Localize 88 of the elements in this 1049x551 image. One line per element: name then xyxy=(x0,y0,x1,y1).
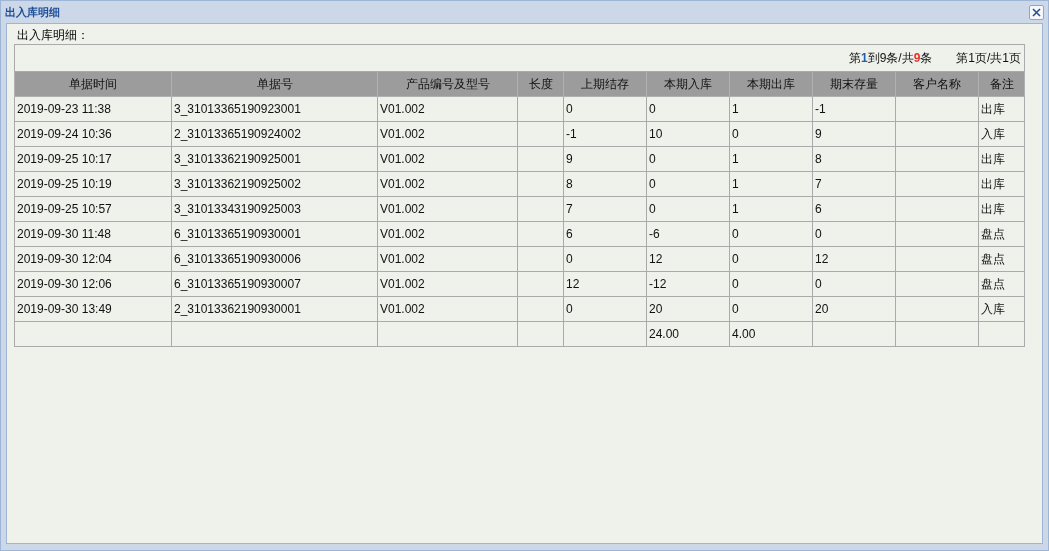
table-cell: -6 xyxy=(646,221,730,247)
total-cell: 4.00 xyxy=(729,321,813,347)
table-cell: 盘点 xyxy=(978,221,1025,247)
table-cell: 2_31013362190930001 xyxy=(171,296,378,322)
column-header: 本期出库 xyxy=(729,71,813,97)
table-cell: 出库 xyxy=(978,96,1025,122)
table-cell: 盘点 xyxy=(978,271,1025,297)
table-cell: 1 xyxy=(729,196,813,222)
window-title: 出入库明细 xyxy=(5,4,60,20)
table-cell: 1 xyxy=(729,146,813,172)
table-cell: -1 xyxy=(563,121,647,147)
table-cell: V01.002 xyxy=(377,96,518,122)
column-header: 本期入库 xyxy=(646,71,730,97)
table-cell: 10 xyxy=(646,121,730,147)
column-header: 上期结存 xyxy=(563,71,647,97)
column-header: 单据号 xyxy=(171,71,378,97)
table-cell: 盘点 xyxy=(978,246,1025,272)
table-cell: 0 xyxy=(646,171,730,197)
table-cell: V01.002 xyxy=(377,246,518,272)
table-cell: 0 xyxy=(729,121,813,147)
table-cell: V01.002 xyxy=(377,221,518,247)
table-cell: 2019-09-30 11:48 xyxy=(14,221,172,247)
table-cell: 0 xyxy=(812,271,896,297)
table-cell: 2019-09-30 12:04 xyxy=(14,246,172,272)
column-header: 期末存量 xyxy=(812,71,896,97)
table-cell: 2019-09-30 12:06 xyxy=(14,271,172,297)
table-cell: 2019-09-25 10:17 xyxy=(14,146,172,172)
column-header: 单据时间 xyxy=(14,71,172,97)
table-cell: 2019-09-24 10:36 xyxy=(14,121,172,147)
table-cell: 1 xyxy=(729,96,813,122)
close-button[interactable] xyxy=(1029,4,1044,20)
close-icon xyxy=(1031,6,1042,18)
table-cell: 20 xyxy=(812,296,896,322)
table-cell: 12 xyxy=(563,271,647,297)
table-cell: 12 xyxy=(646,246,730,272)
table-cell: 0 xyxy=(563,96,647,122)
table-cell: 12 xyxy=(812,246,896,272)
pager-text: 第1到9条/共9条 xyxy=(848,49,933,67)
table-cell: 0 xyxy=(646,196,730,222)
table-cell: V01.002 xyxy=(377,271,518,297)
table-cell: 3_31013365190923001 xyxy=(171,96,378,122)
table-cell: 2019-09-25 10:57 xyxy=(14,196,172,222)
section-label: 出入库明细： xyxy=(17,27,90,44)
table-cell: 0 xyxy=(563,296,647,322)
table-cell: 0 xyxy=(729,271,813,297)
table-cell: 2019-09-25 10:19 xyxy=(14,171,172,197)
table-cell: 0 xyxy=(563,246,647,272)
column-header: 客户名称 xyxy=(895,71,979,97)
table-cell: V01.002 xyxy=(377,146,518,172)
table-cell: 0 xyxy=(812,221,896,247)
table-cell: 6_31013365190930006 xyxy=(171,246,378,272)
table-cell: 7 xyxy=(812,171,896,197)
table-cell: 6 xyxy=(812,196,896,222)
table-cell: 0 xyxy=(646,96,730,122)
table-cell: 0 xyxy=(729,296,813,322)
table-cell: 3_31013343190925003 xyxy=(171,196,378,222)
table-cell: 1 xyxy=(729,171,813,197)
table-cell: 8 xyxy=(812,146,896,172)
page-count: 第1页/共1页 xyxy=(956,49,1022,67)
table-cell: 20 xyxy=(646,296,730,322)
table-cell: 入库 xyxy=(978,296,1025,322)
table-cell: 3_31013362190925001 xyxy=(171,146,378,172)
table-cell: 9 xyxy=(563,146,647,172)
table-cell: V01.002 xyxy=(377,171,518,197)
table-cell: V01.002 xyxy=(377,196,518,222)
table-cell: 6 xyxy=(563,221,647,247)
table-cell: V01.002 xyxy=(377,296,518,322)
table-cell: -12 xyxy=(646,271,730,297)
table-cell: 3_31013362190925002 xyxy=(171,171,378,197)
table-cell: 出库 xyxy=(978,171,1025,197)
table-cell: 出库 xyxy=(978,146,1025,172)
table-cell: 2_31013365190924002 xyxy=(171,121,378,147)
table-cell: 8 xyxy=(563,171,647,197)
table-cell: 出库 xyxy=(978,196,1025,222)
table-cell: 0 xyxy=(729,246,813,272)
table-cell: 2019-09-23 11:38 xyxy=(14,96,172,122)
table-cell: 0 xyxy=(729,221,813,247)
table-cell: -1 xyxy=(812,96,896,122)
table-cell: 0 xyxy=(646,146,730,172)
table-cell: V01.002 xyxy=(377,121,518,147)
table-cell: 入库 xyxy=(978,121,1025,147)
total-cell: 24.00 xyxy=(646,321,730,347)
table-cell: 7 xyxy=(563,196,647,222)
table-cell: 9 xyxy=(812,121,896,147)
table-cell: 6_31013365190930001 xyxy=(171,221,378,247)
column-header: 产品编号及型号 xyxy=(377,71,518,97)
table-cell: 6_31013365190930007 xyxy=(171,271,378,297)
table-cell: 2019-09-30 13:49 xyxy=(14,296,172,322)
